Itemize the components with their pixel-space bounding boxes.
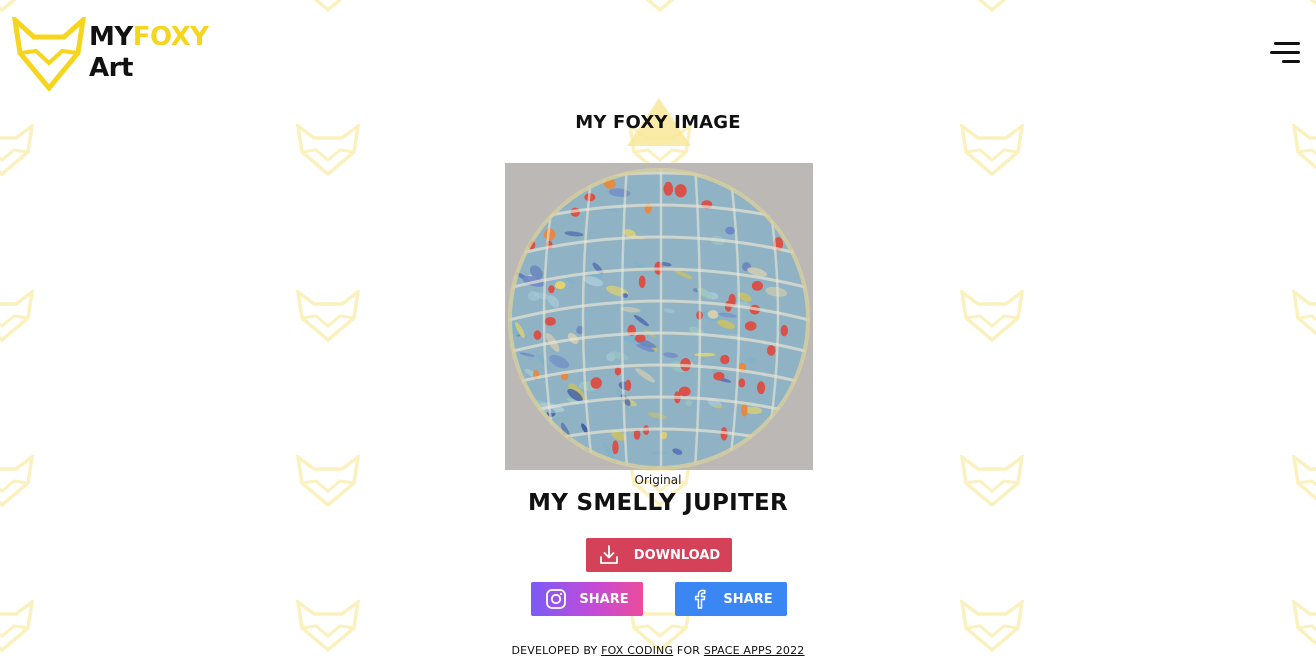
menu-line (1274, 42, 1300, 45)
section-title: MY FOXY IMAGE (575, 112, 741, 133)
download-button[interactable]: DOWNLOAD (586, 538, 732, 572)
background-fox-icon (0, 290, 34, 342)
space-apps-link[interactable]: SPACE APPS 2022 (704, 644, 805, 657)
background-fox-icon (0, 0, 17, 12)
brand-name: MYFOXY Art (89, 22, 209, 84)
footer: DEVELOPED BY FOX CODING FOR SPACE APPS 2… (0, 644, 1316, 657)
artwork-image (505, 163, 813, 470)
page: MYFOXY Art MY FOXY IMAGE Original MY SME… (0, 0, 1316, 672)
instagram-share-button[interactable]: SHARE (531, 582, 643, 616)
background-fox-icon (313, 0, 343, 12)
artwork-caption: Original (634, 473, 682, 487)
download-label: DOWNLOAD (633, 547, 721, 563)
download-icon (598, 544, 620, 566)
hamburger-menu-icon[interactable] (1270, 42, 1300, 66)
brand-name-my: MY (89, 22, 133, 52)
facebook-icon (689, 588, 711, 610)
brand-logo[interactable]: MYFOXY Art (12, 17, 209, 91)
menu-line (1270, 51, 1300, 54)
artwork-painting (505, 163, 813, 470)
background-fox-icon (977, 0, 1007, 12)
footer-middle: FOR (676, 644, 701, 657)
background-fox-icon (1292, 290, 1316, 336)
instagram-icon (545, 588, 567, 610)
footer-prefix: DEVELOPED BY (511, 644, 598, 657)
background-fox-icon (960, 290, 1024, 342)
facebook-share-button[interactable]: SHARE (675, 582, 787, 616)
artwork-title: MY SMELLY JUPITER (528, 490, 788, 516)
facebook-share-label: SHARE (723, 591, 773, 607)
brand-name-art: Art (89, 53, 133, 83)
brand-name-foxy: FOXY (132, 22, 209, 52)
background-fox-icon (1309, 0, 1316, 6)
background-fox-icon (296, 290, 360, 342)
background-fox-icon (645, 0, 675, 12)
menu-line (1282, 60, 1300, 63)
fox-head-outline-icon (12, 17, 86, 91)
instagram-share-label: SHARE (579, 591, 629, 607)
fox-coding-link[interactable]: FOX CODING (601, 644, 673, 657)
